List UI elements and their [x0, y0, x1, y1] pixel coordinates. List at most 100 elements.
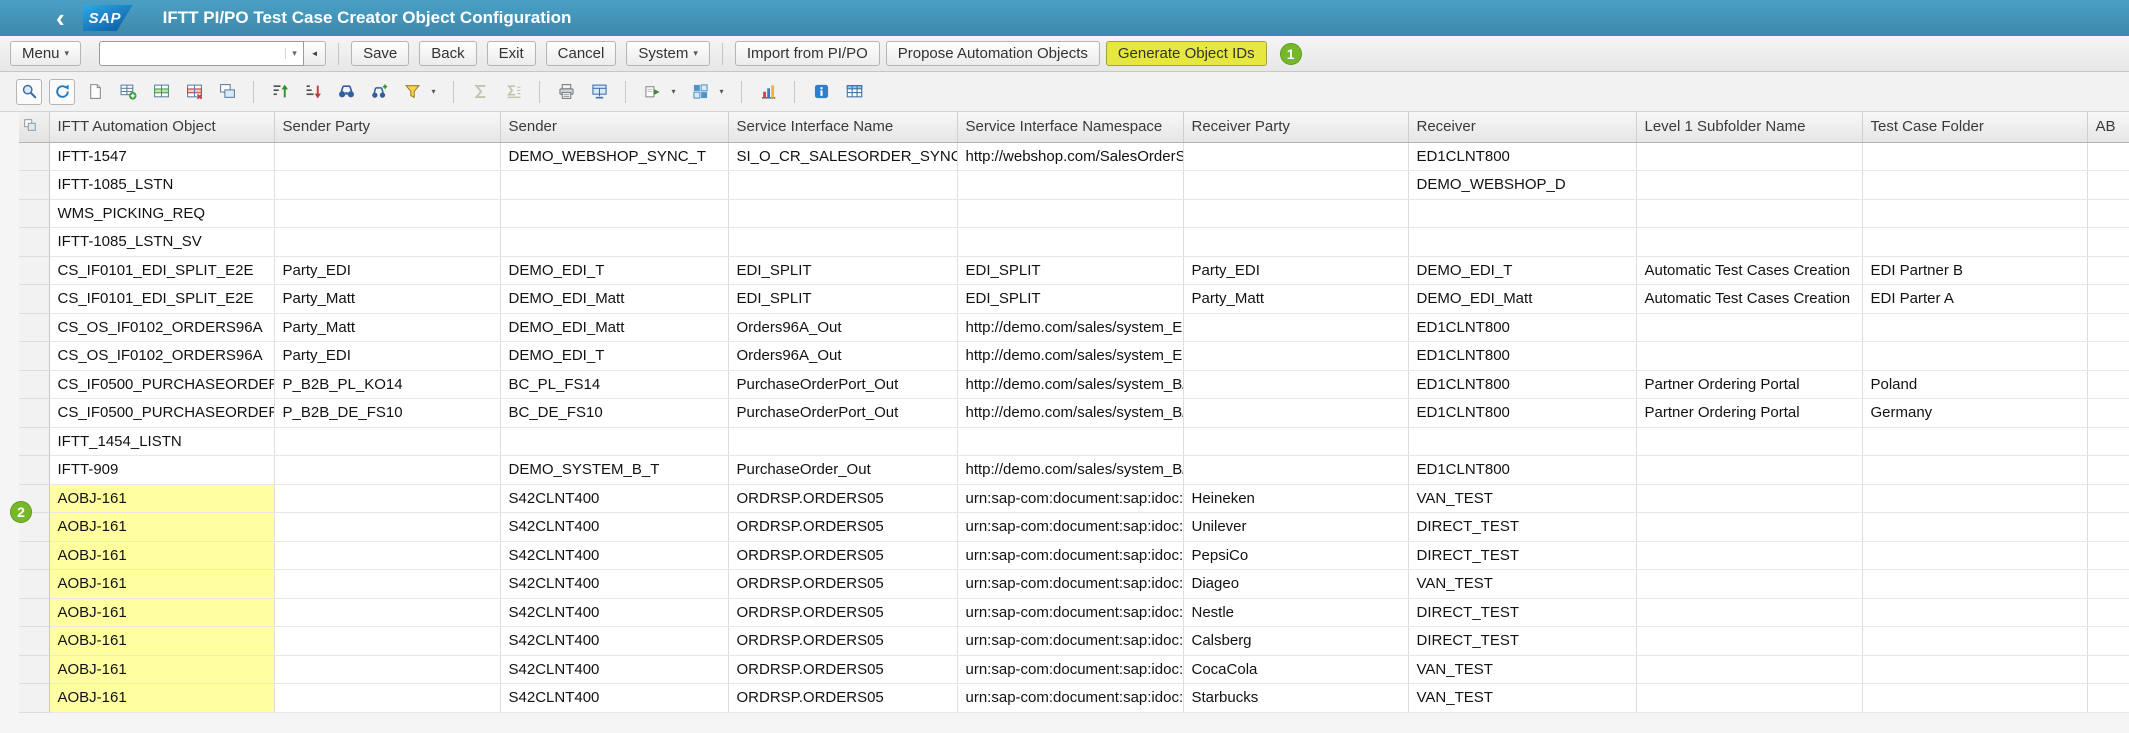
import-from-pipo-button[interactable]: Import from PI/PO: [735, 41, 880, 66]
grid-cell[interactable]: EDI_SPLIT: [728, 285, 957, 314]
grid-cell[interactable]: DEMO_EDI_T: [1408, 256, 1636, 285]
grid-cell[interactable]: [2087, 570, 2129, 599]
row-selector[interactable]: [19, 684, 49, 713]
grid-cell[interactable]: http://demo.com/sales/system_B/I...: [957, 456, 1183, 485]
grid-cell[interactable]: [2087, 627, 2129, 656]
grid-cell[interactable]: [1636, 655, 1862, 684]
command-field[interactable]: ▾: [99, 41, 304, 66]
refresh-button[interactable]: [49, 79, 75, 105]
grid-cell[interactable]: CS_IF0500_PURCHASEORDER...: [49, 370, 274, 399]
grid-cell[interactable]: http://demo.com/sales/system_B/I...: [957, 370, 1183, 399]
grid-cell[interactable]: AOBJ-161: [49, 570, 274, 599]
column-header-6[interactable]: Receiver Party: [1183, 112, 1408, 142]
grid-cell[interactable]: Party_EDI: [274, 342, 500, 371]
grid-cell[interactable]: [1862, 228, 2087, 257]
row-selector[interactable]: [19, 541, 49, 570]
row-selector[interactable]: [19, 342, 49, 371]
grid-cell[interactable]: ED1CLNT800: [1408, 370, 1636, 399]
grid-cell[interactable]: http://demo.com/sales/system_ED...: [957, 342, 1183, 371]
grid-cell[interactable]: Starbucks: [1183, 684, 1408, 713]
choose-detail-button[interactable]: [16, 79, 42, 105]
grid-cell[interactable]: WMS_PICKING_REQ: [49, 199, 274, 228]
grid-cell[interactable]: ORDRSP.ORDERS05: [728, 655, 957, 684]
grid-cell[interactable]: [274, 199, 500, 228]
grid-cell[interactable]: [1862, 427, 2087, 456]
column-header-3[interactable]: Sender: [500, 112, 728, 142]
grid-cell[interactable]: CS_IF0101_EDI_SPLIT_E2E: [49, 285, 274, 314]
grid-cell[interactable]: Party_EDI: [1183, 256, 1408, 285]
grid-cell[interactable]: urn:sap-com:document:sap:idoc:...: [957, 655, 1183, 684]
propose-automation-objects-button[interactable]: Propose Automation Objects: [886, 41, 1100, 66]
grid-cell[interactable]: [1636, 427, 1862, 456]
grid-cell[interactable]: DEMO_EDI_T: [500, 342, 728, 371]
grid-cell[interactable]: IFTT-1085_LSTN: [49, 171, 274, 200]
grid-cell[interactable]: [2087, 456, 2129, 485]
grid-cell[interactable]: [2087, 598, 2129, 627]
grid-cell[interactable]: [274, 456, 500, 485]
grid-cell[interactable]: EDI Parter A: [1862, 285, 2087, 314]
grid-cell[interactable]: BC_DE_FS10: [500, 399, 728, 428]
grid-cell[interactable]: [274, 598, 500, 627]
grid-cell[interactable]: IFTT-1547: [49, 142, 274, 171]
column-header-4[interactable]: Service Interface Name: [728, 112, 957, 142]
row-selector[interactable]: [19, 313, 49, 342]
command-dropdown-icon[interactable]: ▾: [285, 48, 303, 59]
grid-cell[interactable]: [1862, 142, 2087, 171]
row-selector[interactable]: [19, 285, 49, 314]
grid-cell[interactable]: Nestle: [1183, 598, 1408, 627]
column-header-7[interactable]: Receiver: [1408, 112, 1636, 142]
grid-cell[interactable]: [274, 171, 500, 200]
grid-cell[interactable]: [2087, 256, 2129, 285]
info-button[interactable]: [808, 79, 834, 105]
grid-cell[interactable]: VAN_TEST: [1408, 570, 1636, 599]
print-button[interactable]: [553, 79, 579, 105]
grid-cell[interactable]: [728, 228, 957, 257]
grid-cell[interactable]: urn:sap-com:document:sap:idoc:...: [957, 627, 1183, 656]
grid-cell[interactable]: BC_PL_FS14: [500, 370, 728, 399]
grid-cell[interactable]: [2087, 541, 2129, 570]
grid-cell[interactable]: Unilever: [1183, 513, 1408, 542]
grid-cell[interactable]: AOBJ-161: [49, 684, 274, 713]
grid-cell[interactable]: IFTT_1454_LISTN: [49, 427, 274, 456]
column-header-1[interactable]: IFTT Automation Object: [49, 112, 274, 142]
grid-cell[interactable]: EDI_SPLIT: [728, 256, 957, 285]
grid-cell[interactable]: Automatic Test Cases Creation: [1636, 256, 1862, 285]
grid-cell[interactable]: [500, 228, 728, 257]
grid-cell[interactable]: S42CLNT400: [500, 570, 728, 599]
column-header-9[interactable]: Test Case Folder: [1862, 112, 2087, 142]
grid-cell[interactable]: Automatic Test Cases Creation: [1636, 285, 1862, 314]
row-selector[interactable]: [19, 370, 49, 399]
system-button[interactable]: System ▾: [626, 41, 710, 66]
grid-cell[interactable]: CS_IF0101_EDI_SPLIT_E2E: [49, 256, 274, 285]
row-selector[interactable]: [19, 598, 49, 627]
grid-cell[interactable]: EDI Partner B: [1862, 256, 2087, 285]
grid-cell[interactable]: [274, 513, 500, 542]
grid-cell[interactable]: ED1CLNT800: [1408, 342, 1636, 371]
grid-cell[interactable]: [1636, 342, 1862, 371]
sort-ascending-button[interactable]: [267, 79, 293, 105]
grid-cell[interactable]: DIRECT_TEST: [1408, 598, 1636, 627]
grid-cell[interactable]: Party_EDI: [274, 256, 500, 285]
grid-cell[interactable]: [1636, 541, 1862, 570]
exit-button[interactable]: Exit: [487, 41, 536, 66]
row-selector[interactable]: [19, 256, 49, 285]
grid-cell[interactable]: PurchaseOrder_Out: [728, 456, 957, 485]
grid-cell[interactable]: [1183, 427, 1408, 456]
grid-cell[interactable]: PurchaseOrderPort_Out: [728, 370, 957, 399]
grid-cell[interactable]: [1862, 627, 2087, 656]
grid-cell[interactable]: [1408, 228, 1636, 257]
grid-cell[interactable]: [1183, 171, 1408, 200]
grid-cell[interactable]: [1862, 513, 2087, 542]
layout-menu-caret[interactable]: ▾: [715, 79, 728, 105]
grid-cell[interactable]: Germany: [1862, 399, 2087, 428]
grid-cell[interactable]: [2087, 313, 2129, 342]
grid-cell[interactable]: [2087, 171, 2129, 200]
grid-cell[interactable]: ORDRSP.ORDERS05: [728, 627, 957, 656]
grid-cell[interactable]: S42CLNT400: [500, 484, 728, 513]
grid-cell[interactable]: [1862, 199, 2087, 228]
grid-cell[interactable]: DEMO_SYSTEM_B_T: [500, 456, 728, 485]
row-selector[interactable]: [19, 142, 49, 171]
grid-cell[interactable]: [1183, 370, 1408, 399]
grid-cell[interactable]: [2087, 513, 2129, 542]
grid-cell[interactable]: ED1CLNT800: [1408, 399, 1636, 428]
